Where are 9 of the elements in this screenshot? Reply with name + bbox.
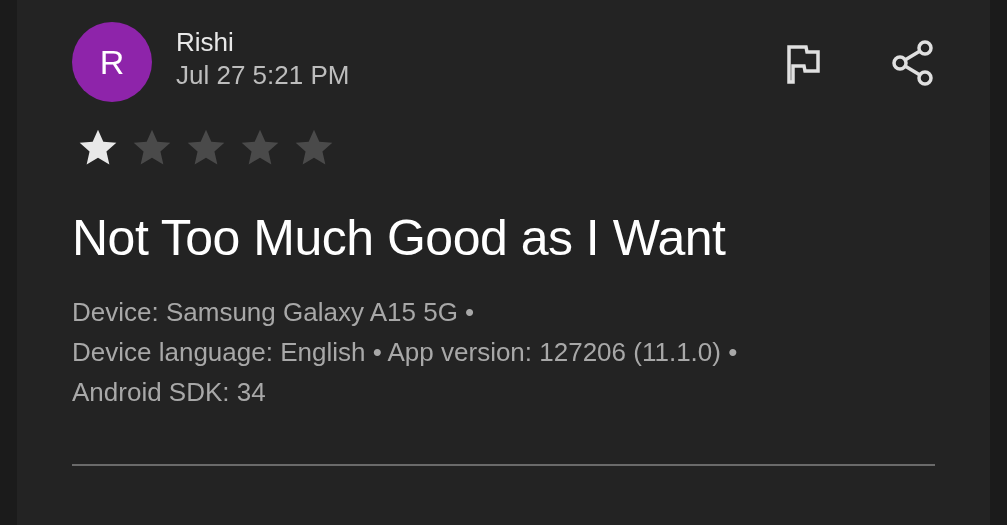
device-info: Device: Samsung Galaxy A15 5G •	[72, 296, 476, 329]
review-title: Not Too Much Good as I Want	[72, 209, 727, 268]
avatar: R	[72, 22, 152, 102]
device-info: Device language: English • App version: 127206 (11.1.0) •	[72, 336, 739, 369]
flag-icon[interactable]	[785, 44, 821, 84]
author-name: Rishi	[176, 26, 235, 58]
device-info: Android SDK: 34	[72, 376, 267, 409]
review-date: Jul 27 5:21 PM	[176, 59, 351, 92]
share-icon[interactable]	[891, 40, 935, 86]
